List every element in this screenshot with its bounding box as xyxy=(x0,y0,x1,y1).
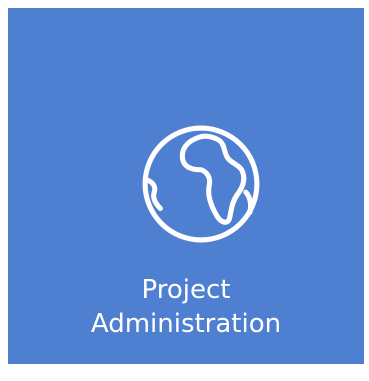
tile-label-line2: Administration xyxy=(90,309,282,339)
project-administration-tile[interactable]: Project Administration xyxy=(8,8,364,364)
globe-icon xyxy=(142,125,260,243)
tile-label-line1: Project xyxy=(141,275,231,305)
tile-label: Project Administration xyxy=(8,273,364,341)
